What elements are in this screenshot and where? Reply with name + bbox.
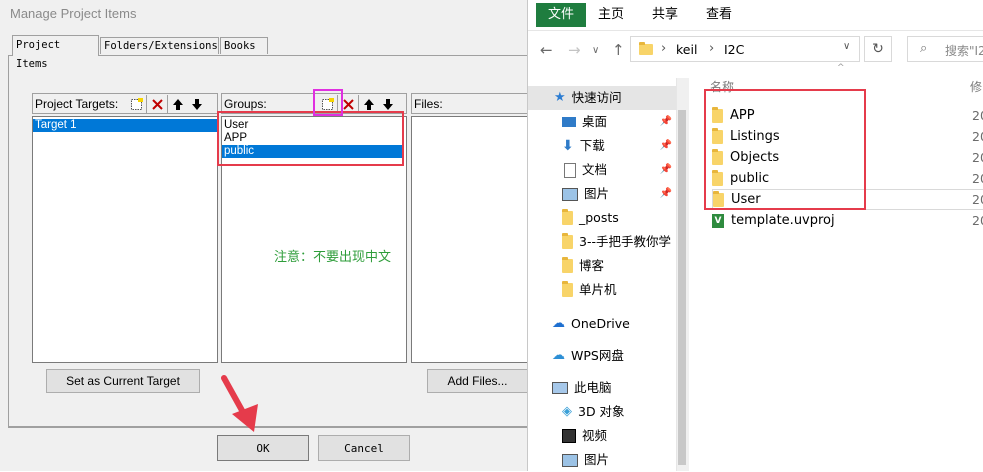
arrow-up-icon <box>173 98 183 110</box>
manage-project-items-dialog: Manage Project Items Project Items Folde… <box>0 0 527 471</box>
note-text: 注意：不要出现中文 <box>274 250 392 265</box>
nav-item-3d-objects[interactable]: ◈ 3D 对象 <box>562 400 625 424</box>
move-target-up-button[interactable] <box>169 95 187 113</box>
cube-icon: ◈ <box>562 404 572 419</box>
file-row-uvproj[interactable]: V template.uvproj 20 <box>712 210 983 231</box>
new-target-button[interactable] <box>127 95 145 113</box>
refresh-button[interactable]: ↻ <box>864 36 892 62</box>
column-header-modified[interactable]: 修 <box>970 78 982 95</box>
recent-dropdown-icon[interactable]: ∨ <box>592 45 599 56</box>
search-placeholder: 搜索"I2 <box>945 44 983 58</box>
ribbon-tab-share[interactable]: 共享 <box>650 0 680 30</box>
files-list[interactable] <box>411 116 527 363</box>
video-icon <box>562 429 576 443</box>
groups-label: Groups: <box>224 97 267 111</box>
nav-item-this-pc[interactable]: 此电脑 <box>552 376 612 400</box>
address-row: ← → ∨ ↑ › keil › I2C ∨ ↻ ⌕ 搜索"I2 <box>528 31 983 67</box>
tab-project-items[interactable]: Project Items <box>12 35 99 70</box>
nav-item-folder[interactable]: _posts <box>562 206 619 230</box>
nav-item-folder[interactable]: 3--手把手教你学 <box>562 230 674 254</box>
chevron-right-icon: › <box>661 41 667 56</box>
nav-scrollbar-thumb[interactable] <box>678 110 686 465</box>
nav-item-folder[interactable]: 单片机 <box>562 278 617 302</box>
folder-icon <box>562 281 573 297</box>
ok-button[interactable]: OK <box>217 435 309 461</box>
groups-highlight-box <box>217 111 404 166</box>
delete-x-icon <box>342 98 354 110</box>
add-files-button[interactable]: Add Files... <box>427 369 527 393</box>
delete-target-button[interactable] <box>148 95 166 113</box>
forward-arrow-icon[interactable]: → <box>568 41 581 59</box>
star-icon: ★ <box>554 90 566 105</box>
computer-icon <box>552 382 568 394</box>
nav-item-desktop[interactable]: 桌面 📌 <box>562 110 672 134</box>
picture-icon <box>562 187 578 201</box>
folder-icon <box>562 257 573 273</box>
chevron-down-icon[interactable]: ∨ <box>843 41 850 52</box>
file-list-pane: ^ 名称 修 APP 20 Listings 20 Objects 20 pub… <box>688 63 983 471</box>
list-item-target[interactable]: Target 1 <box>33 119 217 132</box>
targets-header: Project Targets: <box>32 93 218 114</box>
set-current-target-button[interactable]: Set as Current Target <box>46 369 200 393</box>
breadcrumb-i2c[interactable]: I2C <box>724 42 744 57</box>
uvproj-file-icon: V <box>712 213 724 228</box>
targets-label: Project Targets: <box>35 97 119 111</box>
sort-arrow-icon: ^ <box>837 63 845 73</box>
files-header: Files: <box>411 93 527 114</box>
picture-icon <box>562 453 578 467</box>
arrow-down-icon <box>192 98 202 110</box>
breadcrumb-keil[interactable]: keil <box>676 42 697 57</box>
up-arrow-icon[interactable]: ↑ <box>612 41 625 59</box>
annotation-arrow-icon <box>221 375 258 432</box>
search-input[interactable]: ⌕ 搜索"I2 <box>907 36 983 62</box>
dialog-title: Manage Project Items <box>10 6 137 21</box>
ribbon-tab-view[interactable]: 查看 <box>704 0 734 30</box>
divider <box>8 427 527 428</box>
arrow-up-icon <box>364 98 374 110</box>
nav-item-videos[interactable]: 视频 <box>562 424 607 448</box>
pin-icon: 📌 <box>659 188 672 199</box>
targets-list[interactable]: Target 1 <box>32 116 218 363</box>
search-icon: ⌕ <box>920 41 928 56</box>
nav-item-downloads[interactable]: ⬇ 下载 📌 <box>562 134 672 158</box>
download-icon: ⬇ <box>562 138 574 154</box>
cloud-icon: ☁ <box>552 316 565 331</box>
delete-x-icon <box>151 98 163 110</box>
new-item-icon <box>130 97 143 110</box>
nav-item-pictures[interactable]: 图片 <box>562 448 609 472</box>
ribbon-tab-home[interactable]: 主页 <box>596 0 626 30</box>
file-explorer-window: 文件 主页 共享 查看 ← → ∨ ↑ › keil › I2C ∨ ↻ ⌕ 搜… <box>527 0 983 471</box>
pin-icon: 📌 <box>659 164 672 175</box>
pin-icon: 📌 <box>659 116 672 127</box>
nav-item-wps-drive[interactable]: ☁ WPS网盘 <box>552 344 624 368</box>
address-bar[interactable]: › keil › I2C ∨ <box>630 36 860 62</box>
new-group-highlight-box <box>313 89 343 116</box>
move-target-down-button[interactable] <box>188 95 206 113</box>
folder-icon <box>639 42 653 55</box>
document-icon <box>564 162 576 178</box>
arrow-down-icon <box>383 98 393 110</box>
ribbon-tab-file[interactable]: 文件 <box>536 3 586 27</box>
files-label: Files: <box>414 97 443 111</box>
back-arrow-icon[interactable]: ← <box>540 41 553 59</box>
tab-folders-extensions[interactable]: Folders/Extensions <box>100 37 219 54</box>
desktop-icon <box>562 117 576 127</box>
refresh-icon: ↻ <box>872 41 884 57</box>
folder-icon <box>562 233 573 249</box>
nav-item-documents[interactable]: 文档 📌 <box>562 158 672 182</box>
navigation-pane: ★ 快速访问 桌面 📌 ⬇ 下载 📌 文档 📌 图片 📌 _posts 3--手… <box>528 78 688 471</box>
nav-item-folder[interactable]: 博客 <box>562 254 604 278</box>
folder-icon <box>562 209 573 225</box>
tab-books[interactable]: Books <box>220 37 268 54</box>
nav-item-quick-access[interactable]: ★ 快速访问 <box>554 86 622 110</box>
nav-item-onedrive[interactable]: ☁ OneDrive <box>552 312 630 336</box>
folders-highlight-box <box>704 89 866 210</box>
cloud-icon: ☁ <box>552 348 565 363</box>
pin-icon: 📌 <box>659 140 672 151</box>
nav-item-pictures[interactable]: 图片 📌 <box>562 182 672 206</box>
ribbon: 文件 主页 共享 查看 <box>528 0 983 31</box>
cancel-button[interactable]: Cancel <box>318 435 410 461</box>
chevron-right-icon: › <box>709 41 715 56</box>
